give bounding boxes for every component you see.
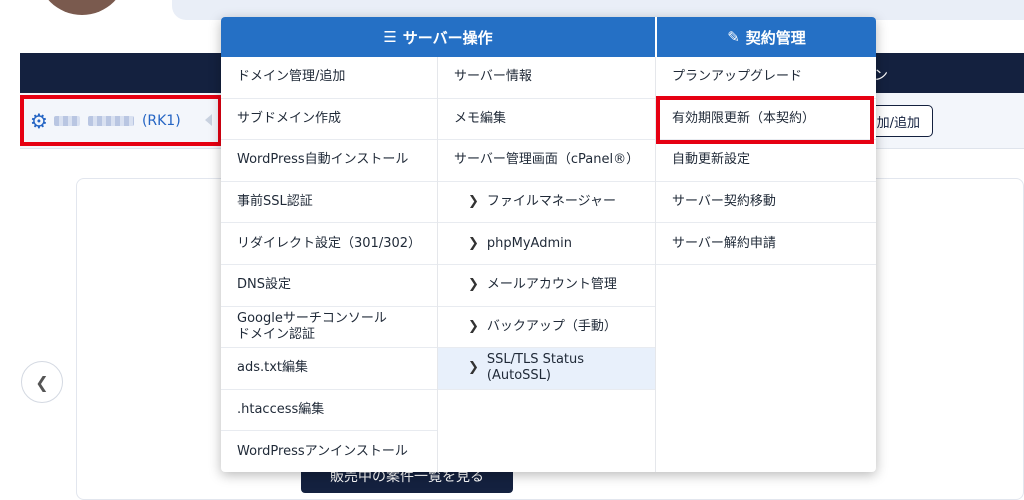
contract-edit-icon: ✎ [727, 28, 740, 46]
menu-item-label: SSL/TLS Status (AutoSSL) [486, 352, 585, 384]
menu-item-dns[interactable]: DNS設定 [221, 265, 437, 307]
header-contract-label: 契約管理 [745, 28, 806, 47]
menu-item-label: phpMyAdmin [486, 235, 572, 251]
menu-item-label: プランアップグレード [672, 69, 803, 85]
menu-item-mail-accounts[interactable]: ❯ メールアカウント管理 [438, 265, 655, 307]
menu-item-htaccess[interactable]: .htaccess編集 [221, 390, 437, 432]
menu-item-redirect[interactable]: リダイレクト設定（301/302） [221, 223, 437, 265]
avatar[interactable] [37, 0, 127, 15]
chevron-right-icon: ❯ [468, 235, 479, 251]
prev-button[interactable]: ❮ [21, 361, 63, 403]
menu-item-phpmyadmin[interactable]: ❯ phpMyAdmin [438, 223, 655, 265]
menu-item-backup[interactable]: ❯ バックアップ（手動） [438, 307, 655, 349]
menu-item-label: .htaccess編集 [237, 401, 325, 417]
menu-item-label: メモ編集 [454, 110, 507, 126]
menu-item-label: サーバー契約移動 [672, 193, 776, 209]
menu-item-label: 自動更新設定 [672, 152, 751, 168]
chevron-right-icon: ❯ [468, 318, 479, 334]
menu-item-label: メールアカウント管理 [486, 277, 617, 293]
menu-item-file-manager[interactable]: ❯ ファイルマネージャー [438, 182, 655, 224]
renewal-highlight-box [656, 96, 874, 144]
menu-item-label: Googleサーチコンソール ドメイン認証 [237, 310, 387, 342]
menu-column-domain: ドメイン管理/追加 サブドメイン作成 WordPress自動インストール 事前S… [221, 57, 438, 472]
menu-item-server-info[interactable]: サーバー情報 [438, 57, 655, 99]
menu-item-domain-manage[interactable]: ドメイン管理/追加 [221, 57, 437, 99]
chevron-right-icon: ❯ [468, 360, 479, 376]
menu-item-label: サーバー管理画面（cPanel®） [454, 152, 640, 168]
menu-item-ads-txt[interactable]: ads.txt編集 [221, 348, 437, 390]
header-text-fragment: ン [874, 68, 888, 84]
domain-add-label: 加/追加 [876, 115, 920, 131]
menu-item-label: DNS設定 [237, 277, 291, 293]
server-selector[interactable]: ⚙ (RK1) [20, 95, 222, 146]
menu-item-wp-uninstall[interactable]: WordPressアンインストール [221, 431, 437, 472]
menu-item-auto-renew[interactable]: 自動更新設定 [656, 140, 876, 182]
chevron-left-icon: ❮ [35, 372, 49, 392]
menu-item-ssl-status[interactable]: ❯ SSL/TLS Status (AutoSSL) [438, 348, 655, 390]
menu-item-label: ads.txt編集 [237, 360, 309, 376]
menu-item-label: ドメイン管理/追加 [237, 69, 346, 85]
menu-item-label: 事前SSL認証 [237, 193, 313, 209]
menu-item-subdomain[interactable]: サブドメイン作成 [221, 99, 437, 141]
menu-item-cpanel[interactable]: サーバー管理画面（cPanel®） [438, 140, 655, 182]
menu-item-label: サブドメイン作成 [237, 110, 342, 126]
header-server-ops: ☰ サーバー操作 [221, 17, 655, 57]
menu-item-memo[interactable]: メモ編集 [438, 99, 655, 141]
server-plan-label: (RK1) [141, 112, 181, 129]
menu-item-label: ファイルマネージャー [486, 193, 616, 209]
menu-item-plan-upgrade[interactable]: プランアップグレード [656, 57, 876, 99]
header-server-ops-label: サーバー操作 [402, 28, 493, 47]
masked-server-name [53, 115, 80, 126]
chevron-right-icon: ❯ [468, 193, 479, 209]
masked-server-id [87, 115, 134, 126]
menu-item-label: リダイレクト設定（301/302） [237, 235, 422, 251]
menu-item-label: サーバー解約申請 [672, 235, 776, 251]
menu-item-label: バックアップ（手動） [486, 318, 617, 334]
gear-icon: ⚙ [30, 108, 48, 133]
server-dropdown-menu: ☰ サーバー操作 ✎ 契約管理 ドメイン管理/追加 サブドメイン作成 WordP… [221, 17, 876, 472]
menu-item-cancel[interactable]: サーバー解約申請 [656, 223, 876, 265]
menu-item-contract-transfer[interactable]: サーバー契約移動 [656, 182, 876, 224]
caret-left-icon [205, 114, 212, 126]
menu-item-search-console[interactable]: Googleサーチコンソール ドメイン認証 [221, 307, 437, 349]
menu-item-label: WordPressアンインストール [237, 443, 408, 459]
menu-item-label: WordPress自動インストール [237, 152, 409, 168]
header-contract: ✎ 契約管理 [656, 17, 876, 57]
server-list-icon: ☰ [383, 28, 397, 46]
menu-item-wp-install[interactable]: WordPress自動インストール [221, 140, 437, 182]
menu-column-server: サーバー情報 メモ編集 サーバー管理画面（cPanel®） ❯ ファイルマネージャ… [438, 57, 656, 472]
chevron-right-icon: ❯ [468, 277, 479, 293]
menu-item-label: サーバー情報 [454, 69, 532, 85]
menu-item-pre-ssl[interactable]: 事前SSL認証 [221, 182, 437, 224]
